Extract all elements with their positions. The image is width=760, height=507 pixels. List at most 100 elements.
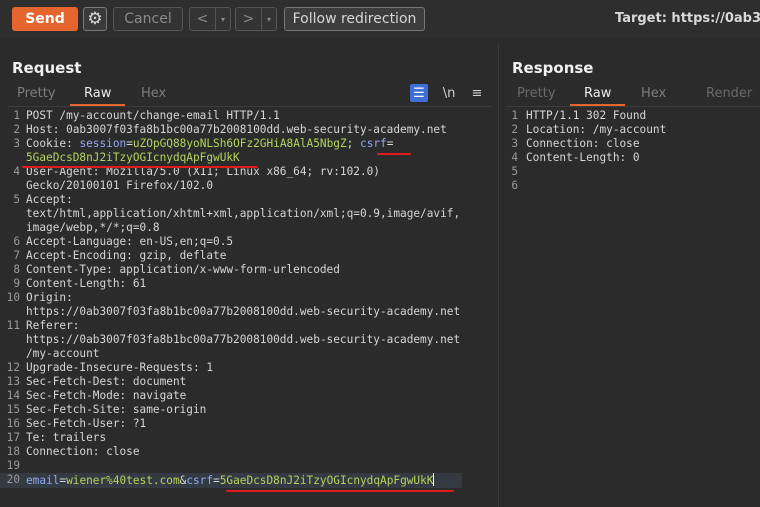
line-number [0,333,24,347]
line-number: 5 [511,165,518,178]
code-line: 5 Accept: [0,193,496,207]
line-text: Content-Length: 61 [26,277,147,290]
response-tab-separator [506,106,760,107]
line-number: 5 [13,193,20,206]
back-button[interactable]: < [190,8,216,30]
target-url[interactable]: Target: https://0ab300 [615,11,760,26]
line-text: Sec-Fetch-User: ?1 [26,417,147,430]
code-line: 6 [506,179,760,193]
code-line: 19 [0,459,496,473]
newline-icon[interactable]: \n [440,84,458,102]
cookie-value: 5GaeDcsD8nJ2iTzyOGIcnydqApFgwUkK [26,151,240,164]
code-line: 11 Referer: [0,319,496,333]
line-number [0,305,24,319]
code-line: 15 Sec-Fetch-Site: same-origin [0,403,496,417]
line-number: 14 [6,389,20,402]
code-line: 10 Origin: [0,291,496,305]
toolbar: Send ⚙ Cancel < ▾ > ▾ Follow redirection… [0,0,760,38]
menu-icon[interactable]: ≡ [468,84,486,102]
tab-hex[interactable]: Hex [141,86,166,101]
csrf-cookie-underline [22,166,258,168]
line-number: 10 [6,291,20,304]
forward-dropdown-icon[interactable]: ▾ [262,8,276,30]
code-line: 6 Accept-Language: en-US,en;q=0.5 [0,235,496,249]
line-text: Sec-Fetch-Dest: document [26,375,187,388]
tab-pretty[interactable]: Pretty [17,86,56,101]
code-line: 18 Connection: close [0,445,496,459]
line-text: Accept-Language: en-US,en;q=0.5 [26,235,234,248]
line-text: text/html,application/xhtml+xml,applicat… [26,207,461,220]
forward-button[interactable]: > [236,8,262,30]
line-number: 9 [13,277,20,290]
send-button[interactable]: Send [12,7,78,31]
code-line: 16 Sec-Fetch-User: ?1 [0,417,496,431]
code-line: 2 Location: /my-account [506,123,760,137]
settings-gear-icon[interactable]: ⚙ [83,7,107,31]
equals-sign: = [126,137,133,150]
back-dropdown-icon[interactable]: ▾ [216,8,230,30]
tab-pretty[interactable]: Pretty [517,86,556,101]
line-number: 18 [6,445,20,458]
line-text: Origin: [26,291,73,304]
line-number [0,207,24,221]
line-number: 6 [13,235,20,248]
line-text: Referer: [26,319,80,332]
line-text: Accept-Encoding: gzip, deflate [26,249,227,262]
line-text: Connection: close [26,445,140,458]
line-text [522,179,526,193]
line-number [0,151,24,165]
line-text: /my-account [26,347,100,360]
header-key: Cookie: [26,137,73,150]
code-line: image/webp,*/*;q=0.8 [0,221,496,235]
line-number: 12 [6,361,20,374]
tab-raw[interactable]: Raw [569,86,626,106]
follow-redirection-button[interactable]: Follow redirection [284,7,425,31]
line-text: Connection: close [526,137,640,150]
code-line: 12 Upgrade-Insecure-Requests: 1 [0,361,496,375]
equals-sign: = [386,137,394,150]
code-line: 3 Cookie: session=uZOpGQ88yoNLSh6OFz2GHiA… [0,137,496,151]
tab-raw[interactable]: Raw [69,86,126,106]
history-forward-group: > ▾ [235,7,277,31]
line-text: Gecko/20100101 Firefox/102.0 [26,179,214,192]
line-text: Sec-Fetch-Mode: navigate [26,389,187,402]
code-line: 8 Content-Type: application/x-www-form-ur… [0,263,496,277]
line-number: 3 [511,137,518,150]
line-text: https://0ab3007f03fa8b1bc00a77b2008100dd… [26,333,461,346]
response-title: Response [512,59,594,77]
equals-sign: = [213,474,220,487]
tab-hex[interactable]: Hex [641,86,666,101]
cookie-name: session [79,137,127,150]
code-line: https://0ab3007f03fa8b1bc00a77b2008100dd… [0,333,496,347]
request-title: Request [12,59,82,77]
line-text [522,165,526,179]
param-value: wiener%40test.com [66,474,180,487]
line-text [24,459,26,473]
line-number [0,179,24,193]
tab-render[interactable]: Render [706,86,752,101]
line-number: 6 [511,179,518,192]
cookie-value: uZOpGQ88yoNLSh6OFz2GHiA8AlA5NbgZ [132,137,347,150]
response-editor[interactable]: 1 HTTP/1.1 302 Found 2 Location: /my-accoun… [506,109,760,193]
line-number: 15 [6,403,20,416]
code-line: https://0ab3007f03fa8b1bc00a77b2008100dd… [0,305,496,319]
csrf-param-underline [226,490,454,492]
line-text: Host: 0ab3007f03fa8b1bc00a77b2008100dd.w… [26,123,447,136]
text-caret [433,473,435,486]
code-line: 9 Content-Length: 61 [0,277,496,291]
line-number: 20 [6,473,20,486]
wrap-icon[interactable]: ☰ [410,84,428,102]
line-number: 4 [13,165,20,178]
cancel-button[interactable]: Cancel [113,7,183,31]
request-editor-tools: ☰ \n ≡ [410,84,490,102]
line-number: 1 [13,109,20,122]
line-text: Te: trailers [26,431,107,444]
code-line: 17 Te: trailers [0,431,496,445]
pane-divider[interactable] [498,44,499,507]
line-text: 5GaeDcsD8nJ2iTzyOGIcnydqApFgwUkK [24,151,240,165]
line-text: Cookie: session=uZOpGQ88yoNLSh6OFz2GHiA8… [24,137,393,151]
request-tab-separator [8,106,492,107]
line-text: https://0ab3007f03fa8b1bc00a77b2008100dd… [26,305,461,318]
code-line: 4 Content-Length: 0 [506,151,760,165]
line-text: Content-Length: 0 [526,151,640,164]
